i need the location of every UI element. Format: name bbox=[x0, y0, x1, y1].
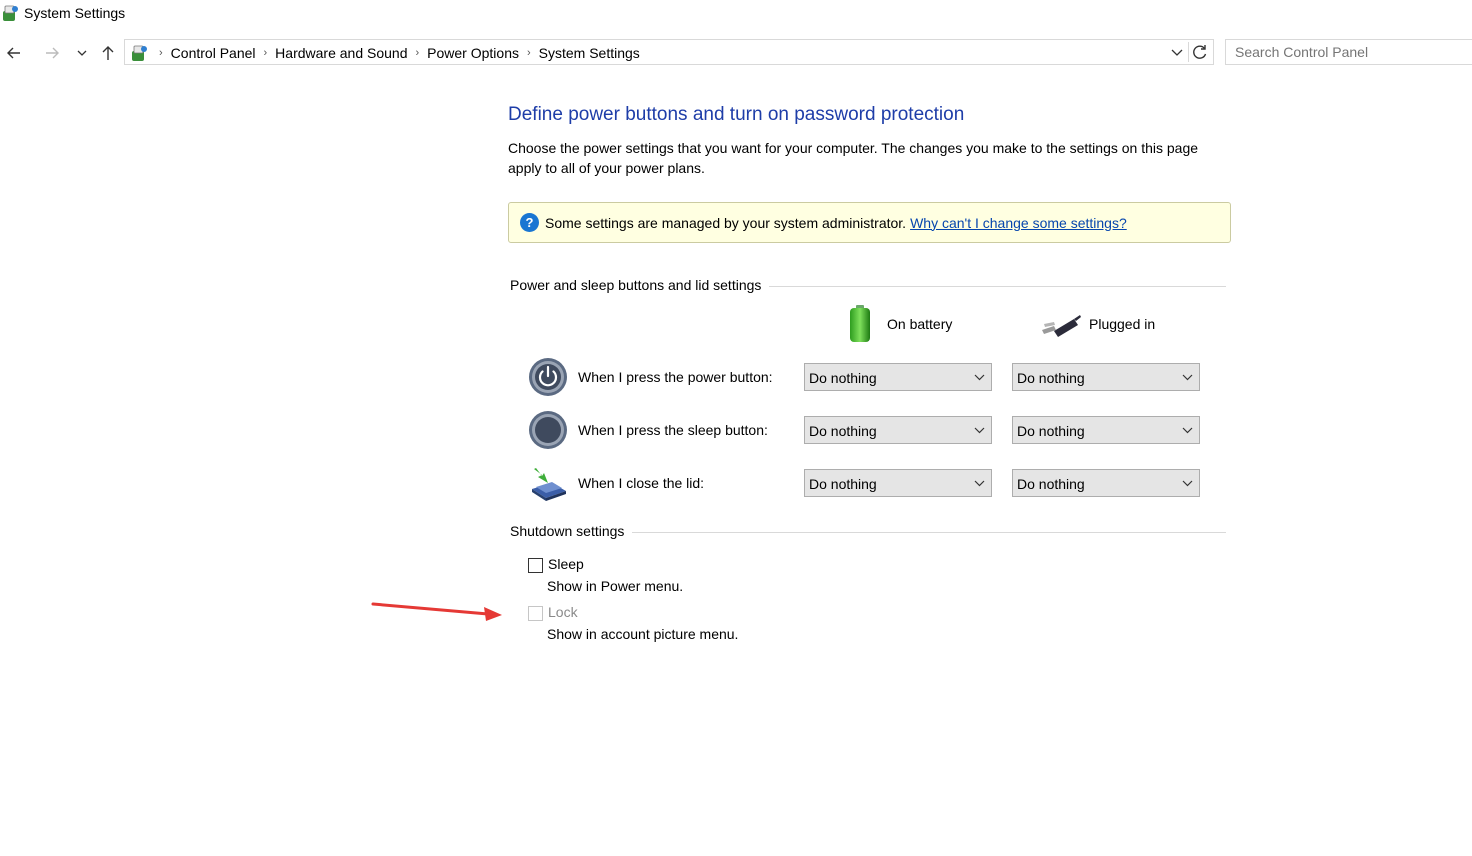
admin-info-banner: ? Some settings are managed by your syst… bbox=[508, 202, 1231, 243]
breadcrumb-separator-icon: › bbox=[415, 47, 420, 59]
breadcrumb-power-options[interactable]: Power Options bbox=[427, 45, 519, 61]
lock-checkbox[interactable] bbox=[528, 606, 543, 621]
power-button-on-battery-select[interactable]: Do nothing bbox=[804, 363, 992, 391]
sleep-button-icon bbox=[529, 411, 567, 449]
window-title: System Settings bbox=[24, 5, 126, 21]
power-button-plugged-in-select[interactable]: Do nothing bbox=[1012, 363, 1200, 391]
on-battery-label: On battery bbox=[887, 316, 953, 332]
plugged-in-label: Plugged in bbox=[1089, 316, 1156, 332]
close-lid-label: When I close the lid: bbox=[578, 475, 705, 491]
why-cant-change-settings-link[interactable]: Why can't I change some settings? bbox=[910, 215, 1127, 231]
address-dropdown-icon[interactable] bbox=[1169, 44, 1185, 60]
breadcrumb-separator-icon: › bbox=[159, 47, 163, 59]
select-value: Do nothing bbox=[1017, 370, 1085, 386]
chevron-down-icon bbox=[1182, 480, 1193, 487]
breadcrumb-control-panel[interactable]: Control Panel bbox=[171, 45, 256, 61]
breadcrumb-separator-icon: › bbox=[263, 47, 268, 59]
back-arrow-icon[interactable] bbox=[4, 44, 24, 62]
title-bar: System Settings bbox=[0, 0, 1472, 28]
select-value: Do nothing bbox=[1017, 476, 1085, 492]
recent-locations-chevron-icon[interactable] bbox=[72, 44, 92, 62]
close-lid-on-battery-select[interactable]: Do nothing bbox=[804, 469, 992, 497]
sleep-checkbox-label[interactable]: Sleep bbox=[548, 556, 584, 572]
battery-icon bbox=[850, 305, 870, 342]
sleep-checkbox-description: Show in Power menu. bbox=[547, 578, 684, 594]
select-value: Do nothing bbox=[1017, 423, 1085, 439]
page-description: Choose the power settings that you want … bbox=[508, 140, 1199, 176]
close-lid-plugged-in-select[interactable]: Do nothing bbox=[1012, 469, 1200, 497]
refresh-icon[interactable] bbox=[1188, 42, 1211, 62]
lock-checkbox-label[interactable]: Lock bbox=[548, 604, 578, 620]
power-plug-icon bbox=[1042, 315, 1081, 337]
shutdown-settings-label: Shutdown settings bbox=[510, 523, 633, 539]
address-bar[interactable]: › Control Panel › Hardware and Sound › P… bbox=[124, 39, 1214, 65]
power-buttons-group-label: Power and sleep buttons and lid settings bbox=[510, 277, 770, 293]
annotation-arrow-icon bbox=[371, 602, 502, 621]
sleep-checkbox[interactable] bbox=[528, 558, 543, 573]
sleep-button-on-battery-select[interactable]: Do nothing bbox=[804, 416, 992, 444]
select-value: Do nothing bbox=[809, 476, 877, 492]
laptop-lid-icon bbox=[532, 468, 566, 501]
search-input[interactable] bbox=[1225, 39, 1472, 65]
up-arrow-icon[interactable] bbox=[98, 44, 118, 62]
on-battery-header: On battery bbox=[846, 304, 952, 344]
breadcrumb: › Control Panel › Hardware and Sound › P… bbox=[129, 42, 646, 64]
page-title: Define power buttons and turn on passwor… bbox=[508, 104, 965, 125]
sleep-button-label: When I press the sleep button: bbox=[578, 422, 768, 438]
power-button-label: When I press the power button: bbox=[578, 369, 773, 385]
power-button-icon bbox=[529, 358, 567, 396]
control-panel-icon bbox=[132, 45, 147, 61]
chevron-down-icon bbox=[974, 480, 985, 487]
chevron-down-icon bbox=[974, 427, 985, 434]
chevron-down-icon bbox=[1182, 427, 1193, 434]
navigation-bar: › Control Panel › Hardware and Sound › P… bbox=[0, 38, 1472, 68]
forward-arrow-icon[interactable] bbox=[42, 44, 62, 62]
control-panel-icon bbox=[3, 5, 18, 21]
select-value: Do nothing bbox=[809, 370, 877, 386]
help-question-icon: ? bbox=[520, 213, 539, 232]
lock-checkbox-description: Show in account picture menu. bbox=[547, 626, 739, 642]
breadcrumb-hardware-and-sound[interactable]: Hardware and Sound bbox=[275, 45, 407, 61]
chevron-down-icon bbox=[974, 374, 985, 381]
breadcrumb-system-settings[interactable]: System Settings bbox=[539, 45, 640, 61]
power-buttons-group: Power and sleep buttons and lid settings bbox=[510, 277, 1226, 295]
chevron-down-icon bbox=[1182, 374, 1193, 381]
select-value: Do nothing bbox=[809, 423, 877, 439]
breadcrumb-separator-icon: › bbox=[526, 47, 531, 59]
plugged-in-header: Plugged in bbox=[1040, 304, 1155, 344]
shutdown-settings-group: Shutdown settings bbox=[510, 523, 1226, 541]
sleep-button-plugged-in-select[interactable]: Do nothing bbox=[1012, 416, 1200, 444]
banner-text: Some settings are managed by your system… bbox=[545, 214, 907, 231]
